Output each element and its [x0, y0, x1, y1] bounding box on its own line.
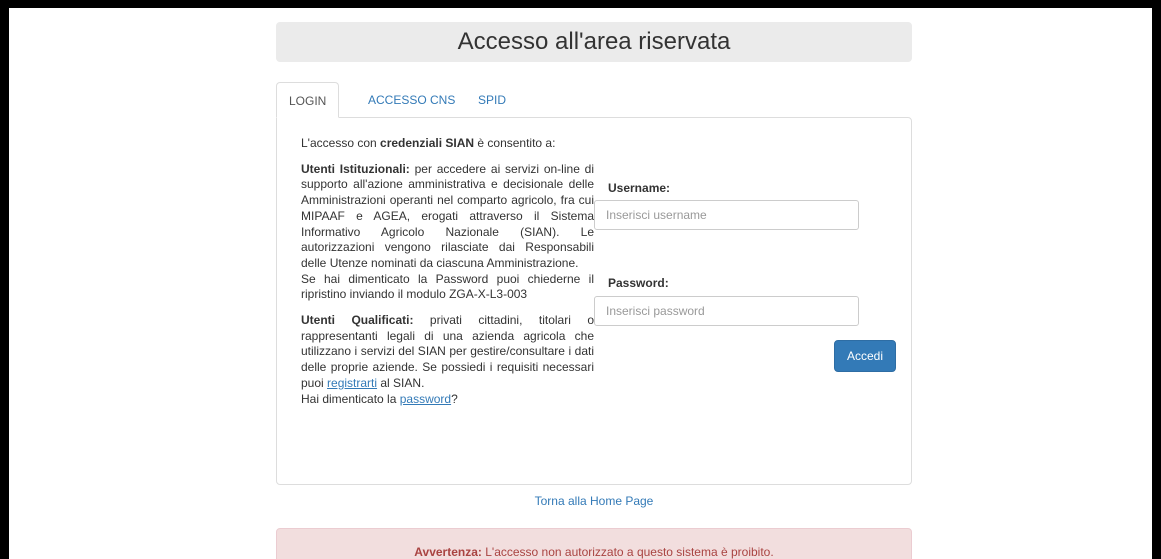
istituzionali-password-note: Se hai dimenticato la Password puoi chie…	[301, 271, 594, 302]
home-page-link[interactable]: Torna alla Home Page	[276, 494, 912, 508]
forgot-prefix: Hai dimenticato la	[301, 391, 400, 406]
username-input[interactable]	[594, 200, 859, 230]
intro-text: L'accesso con credenziali SIAN è consent…	[301, 136, 594, 152]
intro-suffix: è consentito a:	[474, 136, 556, 150]
login-tabs: LOGIN ACCESSO CNS SPID	[276, 82, 912, 118]
tab-spid[interactable]: SPID	[466, 82, 518, 118]
qualificati-title: Utenti Qualificati:	[301, 313, 414, 328]
warning-alert: Avvertenza: L'accesso non autorizzato a …	[276, 528, 912, 559]
qualificati-section: Utenti Qualificati: privati cittadini, t…	[301, 313, 594, 407]
access-info: L'accesso con credenziali SIAN è consent…	[301, 136, 594, 417]
forgot-suffix: ?	[451, 391, 458, 406]
tab-login[interactable]: LOGIN	[276, 82, 340, 118]
qualificati-after-link: al SIAN.	[377, 375, 425, 390]
forgot-password-link[interactable]: password	[400, 392, 451, 406]
istituzionali-text: per accedere ai servizi on-line di suppo…	[301, 161, 595, 270]
password-input[interactable]	[594, 296, 859, 326]
register-link[interactable]: registrarti	[327, 376, 377, 390]
intro-prefix: L'accesso con	[301, 136, 381, 150]
warning-bold: Avvertenza:	[414, 545, 482, 559]
istituzionali-section: Utenti Istituzionali: per accedere ai se…	[301, 162, 594, 303]
accedi-button[interactable]: Accedi	[834, 340, 896, 372]
username-label: Username:	[608, 181, 671, 195]
page-title: Accesso all'area riservata	[276, 22, 912, 62]
warning-text: L'accesso non autorizzato a questo siste…	[481, 545, 774, 559]
intro-bold: credenziali SIAN	[380, 136, 475, 150]
password-label: Password:	[608, 276, 669, 290]
page-frame: Accesso all'area riservata LOGIN ACCESSO…	[9, 8, 1152, 559]
tab-accesso-cns[interactable]: ACCESSO CNS	[356, 82, 467, 118]
login-panel: L'accesso con credenziali SIAN è consent…	[276, 117, 912, 485]
istituzionali-title: Utenti Istituzionali:	[301, 161, 410, 176]
